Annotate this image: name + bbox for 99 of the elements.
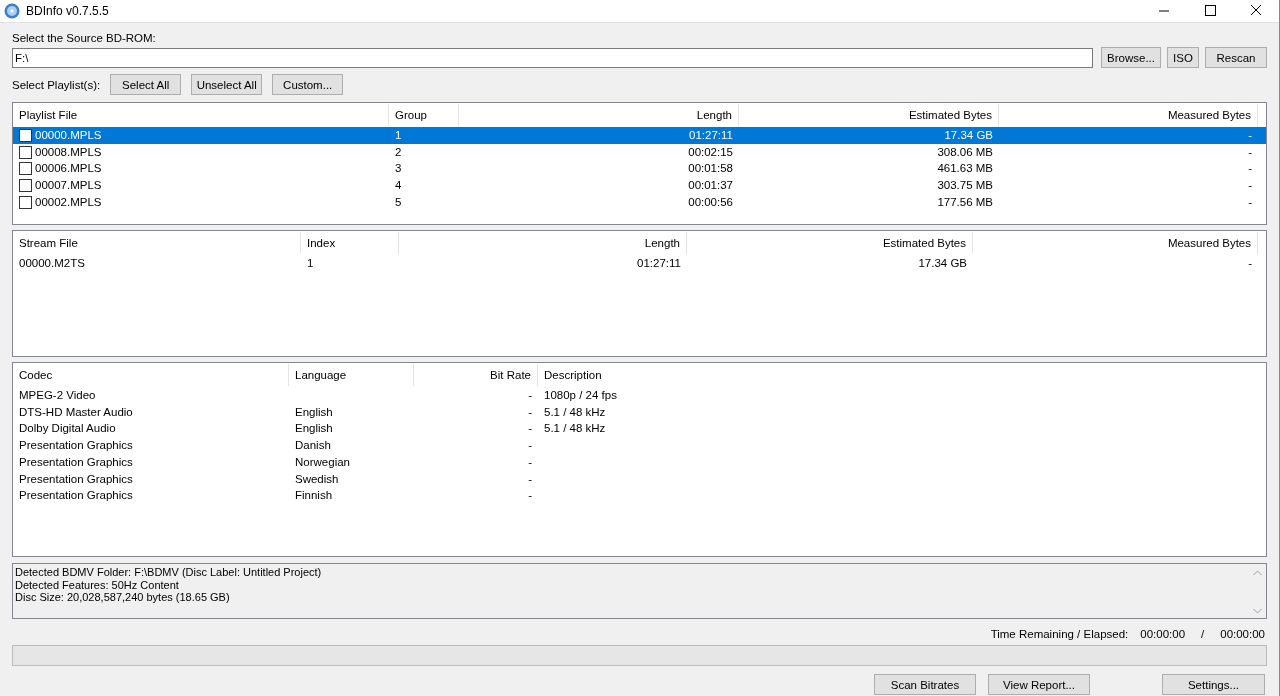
table-cell-text: 01:27:11 bbox=[636, 256, 682, 271]
table-cell-text: 00002.MPLS bbox=[34, 194, 103, 210]
column-header[interactable]: Codec bbox=[13, 364, 289, 386]
playlist-row[interactable]: 00006.MPLS 3 00:01:58 461.63 MB - bbox=[13, 160, 1266, 178]
playlist-select-button[interactable]: Custom... bbox=[272, 74, 344, 95]
column-header[interactable]: Measured Bytes bbox=[973, 232, 1258, 254]
table-cell-text: - bbox=[1247, 144, 1253, 160]
table-cell-text: - bbox=[527, 404, 533, 420]
playlist-select-label: Select Playlist(s): bbox=[12, 77, 101, 93]
table-cell-text: - bbox=[527, 471, 533, 487]
table-cell-text: 1 bbox=[394, 128, 403, 143]
table-cell-text: - bbox=[1247, 161, 1253, 177]
table-cell-text: 00:01:58 bbox=[687, 161, 734, 177]
time-remaining: 00:00:00 bbox=[1140, 627, 1186, 641]
time-elapsed: 00:00:00 bbox=[1220, 627, 1265, 641]
table-cell-text: Norwegian bbox=[294, 454, 351, 470]
table-cell-text: 1 bbox=[306, 256, 315, 271]
table-cell-text: Finnish bbox=[294, 488, 334, 504]
action-button[interactable]: Scan Bitrates bbox=[874, 674, 976, 695]
table-cell-text: - bbox=[1247, 178, 1253, 194]
table-cell-text: - bbox=[527, 454, 533, 470]
checkbox[interactable] bbox=[19, 195, 32, 209]
table-cell-text: 308.06 MB bbox=[936, 144, 994, 160]
column-header[interactable]: Length bbox=[459, 104, 739, 126]
source-button[interactable]: Rescan bbox=[1205, 47, 1267, 68]
time-separator: / bbox=[1200, 627, 1206, 641]
checkbox[interactable] bbox=[19, 145, 32, 159]
table-cell-text: - bbox=[1247, 256, 1253, 271]
source-button[interactable]: Browse... bbox=[1101, 47, 1161, 68]
playlist-row[interactable]: 00002.MPLS 5 00:00:56 177.56 MB - bbox=[13, 193, 1266, 211]
table-cell-text: 00000.M2TS bbox=[18, 256, 86, 271]
playlist-row[interactable]: 00000.MPLS 1 01:27:11 17.34 GB - bbox=[13, 127, 1266, 144]
info-line: Disc Size: 20,028,587,240 bytes (18.65 GB) bbox=[15, 591, 231, 605]
column-header[interactable]: Estimated Bytes bbox=[739, 104, 999, 126]
column-header[interactable]: Description bbox=[538, 364, 1258, 386]
disc-icon bbox=[4, 3, 20, 19]
table-cell-text: English bbox=[294, 404, 334, 420]
table-cell-text: Danish bbox=[294, 438, 332, 454]
table-cell-text: English bbox=[294, 421, 334, 437]
table-cell-text: - bbox=[527, 421, 533, 437]
table-cell-text: MPEG-2 Video bbox=[18, 388, 97, 403]
column-header[interactable]: Playlist File bbox=[13, 104, 389, 126]
playlist-select-button[interactable]: Select All bbox=[110, 74, 182, 95]
action-button[interactable]: View Report... bbox=[988, 674, 1090, 695]
playlist-row[interactable]: 00007.MPLS 4 00:01:37 303.75 MB - bbox=[13, 177, 1266, 194]
table-cell-text: - bbox=[527, 488, 533, 504]
column-header[interactable]: Length bbox=[399, 232, 687, 254]
checkbox[interactable] bbox=[19, 178, 32, 192]
table-cell-text: 5 bbox=[394, 194, 403, 210]
table-cell-text: 00:02:15 bbox=[687, 144, 734, 160]
table-cell-text: 01:27:11 bbox=[688, 128, 734, 143]
table-cell-text: 5.1 / 48 kHz bbox=[543, 421, 607, 437]
table-cell-text: 4 bbox=[394, 178, 403, 194]
table-cell-text: Presentation Graphics bbox=[18, 454, 134, 470]
column-header[interactable]: Stream File bbox=[13, 232, 301, 254]
table-cell-text: Presentation Graphics bbox=[18, 438, 134, 454]
table-cell-text: 2 bbox=[394, 144, 403, 160]
table-cell-text: 00000.MPLS bbox=[34, 128, 103, 143]
playlist-row[interactable]: 00008.MPLS 2 00:02:15 308.06 MB - bbox=[13, 143, 1266, 161]
column-header[interactable]: Group bbox=[389, 104, 459, 126]
info-line: Detected Features: 50Hz Content bbox=[15, 578, 180, 592]
table-cell-text: Presentation Graphics bbox=[18, 488, 134, 504]
checkbox[interactable] bbox=[19, 162, 32, 176]
column-header[interactable]: Bit Rate bbox=[414, 364, 538, 386]
column-header[interactable]: Index bbox=[301, 232, 399, 254]
table-cell-text: - bbox=[527, 438, 533, 454]
table-cell-text: 1080p / 24 fps bbox=[543, 388, 618, 403]
info-line: Detected BDMV Folder: F:\BDMV (Disc Label: Untitled Project) bbox=[15, 566, 323, 579]
table-cell-text: 00008.MPLS bbox=[34, 144, 103, 160]
table-cell-text: 00:01:37 bbox=[687, 178, 734, 194]
info-text-box[interactable]: Detected BDMV Folder: F:\BDMV (Disc Label: Untitled Project) Detected Features: 50Hz Content Disc Size: 20,028,587,240 bytes (18.65 GB) bbox=[12, 563, 1267, 619]
source-path-field[interactable]: F:\ bbox=[12, 47, 1093, 68]
table-cell-text: 303.75 MB bbox=[936, 178, 994, 194]
table-cell-text: 00007.MPLS bbox=[34, 178, 103, 194]
column-header[interactable]: Language bbox=[289, 364, 414, 386]
action-button[interactable]: Settings... bbox=[1162, 674, 1265, 695]
table-cell-text: - bbox=[1247, 194, 1253, 210]
table-cell-text: 00:00:56 bbox=[687, 194, 734, 210]
time-label: Time Remaining / Elapsed: bbox=[990, 627, 1129, 641]
table-cell-text: 17.34 GB bbox=[943, 128, 994, 143]
table-cell-text: Presentation Graphics bbox=[18, 471, 134, 487]
table-cell-text: 17.34 GB bbox=[917, 256, 968, 271]
table-cell-text: DTS-HD Master Audio bbox=[18, 404, 134, 420]
table-cell-text: 3 bbox=[394, 161, 403, 177]
table-cell-text: 461.63 MB bbox=[936, 161, 994, 177]
source-button[interactable]: ISO bbox=[1167, 47, 1199, 68]
table-cell-text: 00006.MPLS bbox=[34, 161, 103, 177]
column-header[interactable]: Measured Bytes bbox=[999, 104, 1258, 126]
playlist-select-button[interactable]: Unselect All bbox=[191, 74, 263, 95]
checkbox[interactable] bbox=[19, 128, 32, 142]
table-cell-text: Dolby Digital Audio bbox=[18, 421, 117, 437]
table-cell-text: 177.56 MB bbox=[936, 194, 994, 210]
table-cell-text: Swedish bbox=[294, 471, 340, 487]
table-cell-text: - bbox=[1247, 128, 1253, 143]
table-cell-text: 5.1 / 48 kHz bbox=[543, 404, 607, 420]
table-cell-text: - bbox=[527, 388, 533, 403]
source-label: Select the Source BD-ROM: bbox=[12, 31, 157, 46]
window-title: BDInfo v0.7.5.5 bbox=[26, 4, 109, 18]
column-header[interactable]: Estimated Bytes bbox=[687, 232, 973, 254]
